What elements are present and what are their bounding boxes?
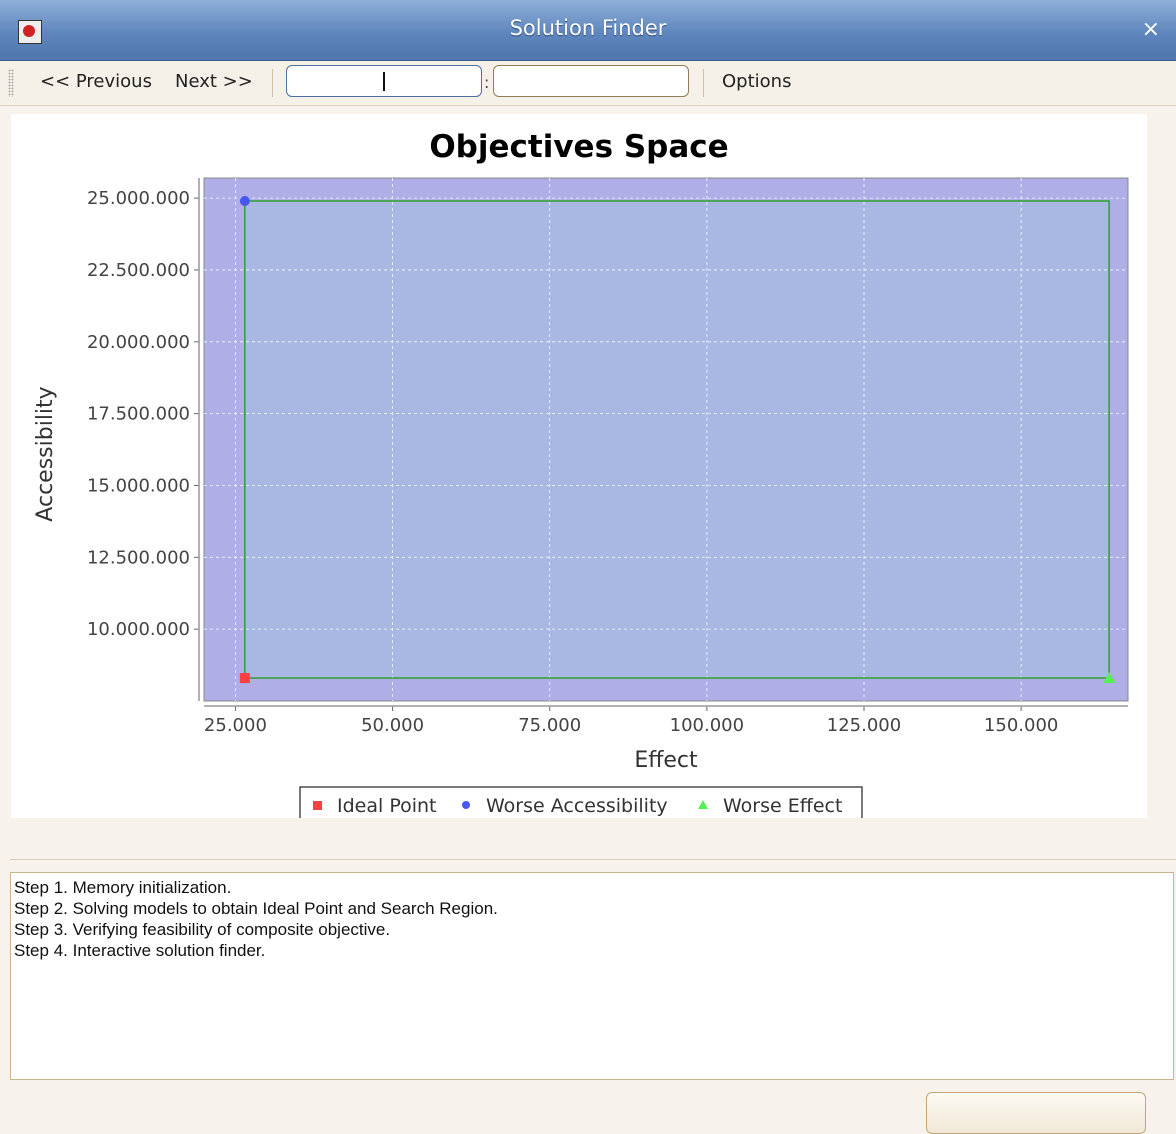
y-tick-label: 20.000.000 bbox=[87, 332, 190, 353]
y-tick-label: 25.000.000 bbox=[87, 188, 190, 209]
toolbar: << Previous Next >> : Options bbox=[0, 61, 1176, 106]
legend-label: Worse Accessibility bbox=[486, 795, 668, 817]
legend-marker bbox=[313, 801, 322, 810]
previous-button[interactable]: << Previous bbox=[40, 71, 152, 92]
panel-divider bbox=[10, 859, 1176, 860]
y-tick-label: 15.000.000 bbox=[87, 475, 190, 496]
x-tick-label: 125.000 bbox=[827, 715, 901, 736]
y-tick-label: 10.000.000 bbox=[87, 619, 190, 640]
first-value-field[interactable] bbox=[286, 65, 482, 97]
window-title: Solution Finder bbox=[509, 16, 667, 40]
legend-marker bbox=[462, 801, 470, 809]
y-tick-label: 22.500.000 bbox=[87, 260, 190, 281]
x-axis-label: Effect bbox=[634, 748, 698, 773]
toolbar-grip-icon[interactable] bbox=[8, 69, 14, 97]
second-value-field[interactable] bbox=[493, 65, 689, 97]
legend-label: Worse Effect bbox=[723, 795, 842, 817]
log-line: Step 3. Verifying feasibility of composi… bbox=[14, 920, 391, 939]
log-line: Step 2. Solving models to obtain Ideal P… bbox=[14, 899, 498, 918]
x-tick-label: 150.000 bbox=[984, 715, 1058, 736]
toolbar-separator bbox=[703, 69, 704, 97]
title-bar: Solution Finder × bbox=[0, 0, 1176, 61]
y-tick-label: 12.500.000 bbox=[87, 547, 190, 568]
action-button[interactable] bbox=[926, 1092, 1146, 1134]
x-tick-label: 100.000 bbox=[670, 715, 744, 736]
chart-title: Objectives Space bbox=[429, 129, 728, 165]
chart-panel: Objectives Space 25.000 50.000 75.000 100.00… bbox=[11, 114, 1147, 828]
data-point-worse-accessibility bbox=[239, 195, 250, 206]
close-icon[interactable]: × bbox=[1142, 17, 1160, 42]
legend-label: Ideal Point bbox=[337, 795, 437, 817]
options-button[interactable]: Options bbox=[722, 71, 791, 92]
y-tick-label: 17.500.000 bbox=[87, 404, 190, 425]
data-point-ideal-point bbox=[239, 673, 250, 684]
field-separator-colon: : bbox=[484, 73, 490, 92]
toolbar-separator bbox=[272, 69, 273, 97]
next-button[interactable]: Next >> bbox=[175, 71, 253, 92]
text-caret bbox=[383, 72, 385, 91]
objectives-chart[interactable]: Objectives Space 25.000 50.000 75.000 100.00… bbox=[11, 114, 1147, 828]
log-lines: Step 1. Memory initialization. Step 2. So… bbox=[11, 873, 1173, 961]
log-line: Step 4. Interactive solution finder. bbox=[14, 941, 266, 960]
x-tick-label: 75.000 bbox=[518, 715, 581, 736]
search-region bbox=[244, 200, 1110, 679]
progress-log[interactable]: Step 1. Memory initialization. Step 2. So… bbox=[10, 872, 1174, 1080]
log-line: Step 1. Memory initialization. bbox=[14, 878, 232, 897]
y-axis-label: Accessibility bbox=[33, 386, 58, 521]
x-tick-label: 50.000 bbox=[361, 715, 424, 736]
x-tick-label: 25.000 bbox=[204, 715, 267, 736]
